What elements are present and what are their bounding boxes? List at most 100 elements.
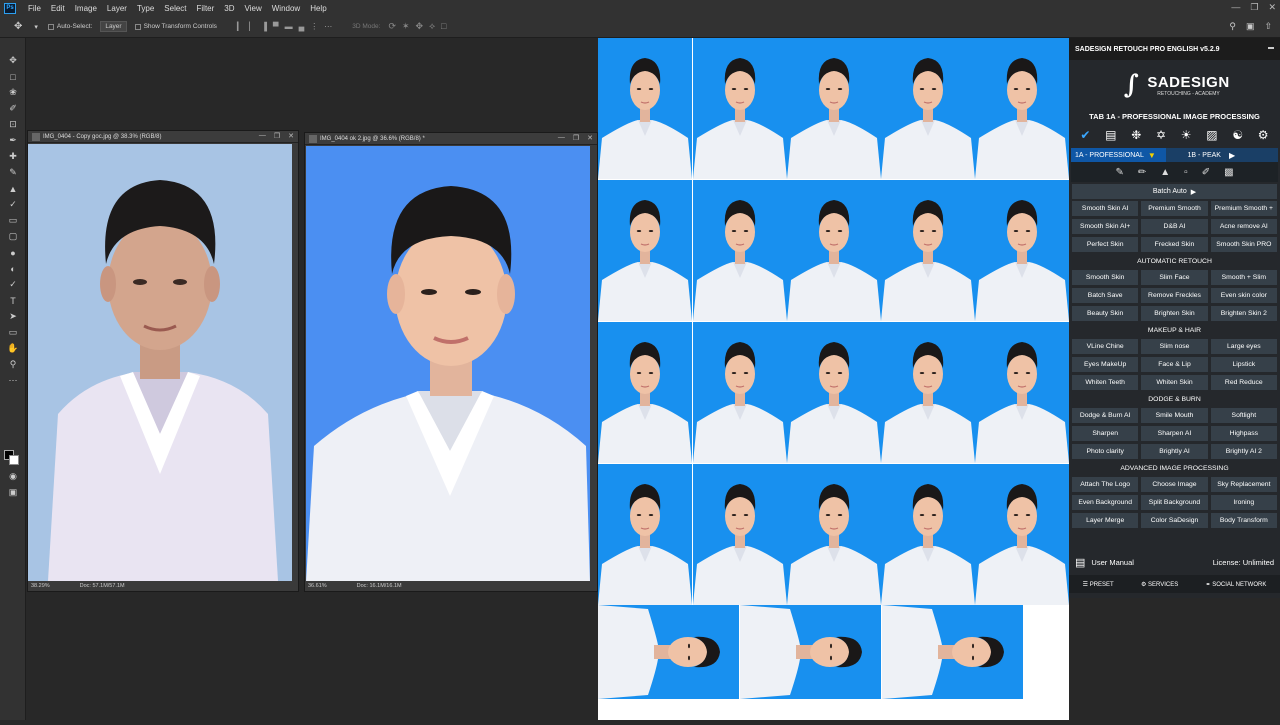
large-eyes-button[interactable]: Large eyes xyxy=(1210,339,1277,354)
premium-smooth-button[interactable]: Premium Smooth xyxy=(1141,201,1208,216)
body-transform-button[interactable]: Body Transform xyxy=(1210,513,1277,528)
photo-sheet-canvas[interactable] xyxy=(597,37,1070,720)
pencil-icon[interactable]: ✐ xyxy=(1202,167,1210,178)
search-icon[interactable]: ⚲ xyxy=(1229,21,1236,32)
marquee-tool-icon[interactable]: □ xyxy=(5,70,21,83)
workspace-icon[interactable]: ▣ xyxy=(1246,21,1255,32)
sharpen-ai-button[interactable]: Sharpen AI xyxy=(1141,426,1208,441)
menu-filter[interactable]: Filter xyxy=(192,4,220,13)
distribute-icon[interactable]: ⋮ xyxy=(310,22,318,31)
move-tool-icon[interactable]: ✥ xyxy=(5,54,21,67)
close-icon[interactable] xyxy=(309,134,317,143)
distribute-h-icon[interactable]: ⋯ xyxy=(324,22,332,31)
auto-select-checkbox[interactable] xyxy=(47,23,54,30)
menu-help[interactable]: Help xyxy=(305,4,331,13)
brush-icon[interactable]: ✎ xyxy=(1115,167,1123,178)
brighten-skin-2-button[interactable]: Brighten Skin 2 xyxy=(1210,306,1277,321)
document-window-original[interactable]: IMG_0404 - Copy goc.jpg @ 38.3% (RGB/8) … xyxy=(27,130,299,592)
menu-select[interactable]: Select xyxy=(159,4,191,13)
attach-logo-button[interactable]: Attach The Logo xyxy=(1072,477,1139,492)
bandage-icon[interactable]: ▫ xyxy=(1184,167,1188,178)
3d-mode-icons[interactable]: ⟳✶✥⟡□ xyxy=(388,21,452,32)
align-middle-icon[interactable]: ▬ xyxy=(285,22,293,31)
blur-tool-icon[interactable]: ● xyxy=(5,246,21,259)
vline-chine-button[interactable]: VLine Chine xyxy=(1072,339,1139,354)
healing-tool-icon[interactable]: ✚ xyxy=(5,150,21,163)
brightness-icon[interactable]: ☀ xyxy=(1181,128,1192,142)
color-circles-icon[interactable]: ☯ xyxy=(1232,128,1243,142)
aperture-icon[interactable]: ❉ xyxy=(1131,128,1141,142)
brush-tool-icon[interactable]: ✎ xyxy=(5,166,21,179)
crop-tool-icon[interactable]: ⊡ xyxy=(5,118,21,131)
quick-mask-icon[interactable]: ◉ xyxy=(5,470,21,483)
lasso-tool-icon[interactable]: ❀ xyxy=(5,86,21,99)
eyedropper-tool-icon[interactable]: ✒ xyxy=(5,134,21,147)
color-sadesign-button[interactable]: Color SaDesign xyxy=(1141,513,1208,528)
whiten-skin-button[interactable]: Whiten Skin xyxy=(1141,375,1208,390)
user-manual-link[interactable]: User Manual xyxy=(1091,558,1134,567)
perfect-skin-button[interactable]: Perfect Skin xyxy=(1072,237,1139,252)
smooth-skin-ai-plus-button[interactable]: Smooth Skin AI+ xyxy=(1072,219,1139,234)
sky-replacement-button[interactable]: Sky Replacement xyxy=(1210,477,1277,492)
document-canvas[interactable] xyxy=(28,144,292,581)
split-background-button[interactable]: Split Background xyxy=(1141,495,1208,510)
brighten-skin-button[interactable]: Brighten Skin xyxy=(1141,306,1208,321)
minimize-icon[interactable]: — xyxy=(259,132,266,140)
align-top-icon[interactable]: ▀ xyxy=(273,22,279,31)
shape-tool-icon[interactable]: ▭ xyxy=(5,326,21,339)
eraser-tool-icon[interactable]: ▭ xyxy=(5,214,21,227)
restore-icon[interactable]: ❐ xyxy=(274,132,280,140)
highpass-button[interactable]: Highpass xyxy=(1210,426,1277,441)
minimize-icon[interactable] xyxy=(1268,47,1274,49)
even-skin-color-button[interactable]: Even skin color xyxy=(1210,288,1277,303)
dodge-tool-icon[interactable]: ◐ xyxy=(5,262,21,275)
align-center-icon[interactable]: ▏ xyxy=(249,22,255,31)
eyes-makeup-button[interactable]: Eyes MakeUp xyxy=(1072,357,1139,372)
settings-icon[interactable]: ⚙ xyxy=(1258,128,1269,142)
social-network-button[interactable]: ⚭ SOCIAL NETWORK xyxy=(1206,581,1267,588)
hand-tool-icon[interactable]: ✋ xyxy=(5,342,21,355)
smooth-slim-button[interactable]: Smooth + Slim xyxy=(1210,270,1277,285)
zoom-tool-icon[interactable]: ⚲ xyxy=(5,358,21,371)
layer-merge-button[interactable]: Layer Merge xyxy=(1072,513,1139,528)
choose-image-button[interactable]: Choose Image xyxy=(1141,477,1208,492)
menu-image[interactable]: Image xyxy=(70,4,102,13)
minimize-icon[interactable]: — xyxy=(558,134,565,142)
menu-type[interactable]: Type xyxy=(132,4,159,13)
smooth-skin-button[interactable]: Smooth Skin xyxy=(1072,270,1139,285)
preset-button[interactable]: ☰ PRESET xyxy=(1083,581,1114,588)
softlight-button[interactable]: Softlight xyxy=(1210,408,1277,423)
frecked-skin-button[interactable]: Frecked Skin xyxy=(1141,237,1208,252)
align-left-icon[interactable]: ▎ xyxy=(237,22,243,31)
menu-edit[interactable]: Edit xyxy=(46,4,70,13)
close-icon[interactable] xyxy=(32,132,40,141)
menu-window[interactable]: Window xyxy=(267,4,305,13)
auto-select-option[interactable]: Auto-Select: xyxy=(47,23,92,30)
slim-nose-button[interactable]: Slim nose xyxy=(1141,339,1208,354)
menu-layer[interactable]: Layer xyxy=(102,4,132,13)
services-button[interactable]: ⚙ SERVICES xyxy=(1141,581,1178,588)
path-select-icon[interactable]: ➤ xyxy=(5,310,21,323)
stamp-tool-icon[interactable]: ▲ xyxy=(5,182,21,195)
ironing-button[interactable]: Ironing xyxy=(1210,495,1277,510)
photo-clarity-button[interactable]: Photo clarity xyxy=(1072,444,1139,459)
batch-auto-button[interactable]: Batch Auto ▶ xyxy=(1072,184,1277,199)
smooth-skin-pro-button[interactable]: Smooth Skin PRO xyxy=(1210,237,1277,252)
close-icon[interactable]: ✕ xyxy=(288,132,294,140)
red-reduce-button[interactable]: Red Reduce xyxy=(1210,375,1277,390)
minimize-icon[interactable]: — xyxy=(1231,2,1240,13)
acne-remove-ai-button[interactable]: Acne remove AI xyxy=(1210,219,1277,234)
document-canvas[interactable] xyxy=(306,146,590,582)
brightly-ai-button[interactable]: Brightly AI xyxy=(1141,444,1208,459)
slim-face-button[interactable]: Slim Face xyxy=(1141,270,1208,285)
tab-1a-professional[interactable]: 1A - PROFESSIONAL ▼ xyxy=(1071,148,1166,162)
sharpen-button[interactable]: Sharpen xyxy=(1072,426,1139,441)
premium-smooth-plus-button[interactable]: Premium Smooth + xyxy=(1210,201,1277,216)
lipstick-button[interactable]: Lipstick xyxy=(1210,357,1277,372)
menu-3d[interactable]: 3D xyxy=(219,4,239,13)
face-lip-button[interactable]: Face & Lip xyxy=(1141,357,1208,372)
db-ai-button[interactable]: D&B AI xyxy=(1141,219,1208,234)
beauty-skin-button[interactable]: Beauty Skin xyxy=(1072,306,1139,321)
even-background-button[interactable]: Even Background xyxy=(1072,495,1139,510)
menu-view[interactable]: View xyxy=(240,4,267,13)
